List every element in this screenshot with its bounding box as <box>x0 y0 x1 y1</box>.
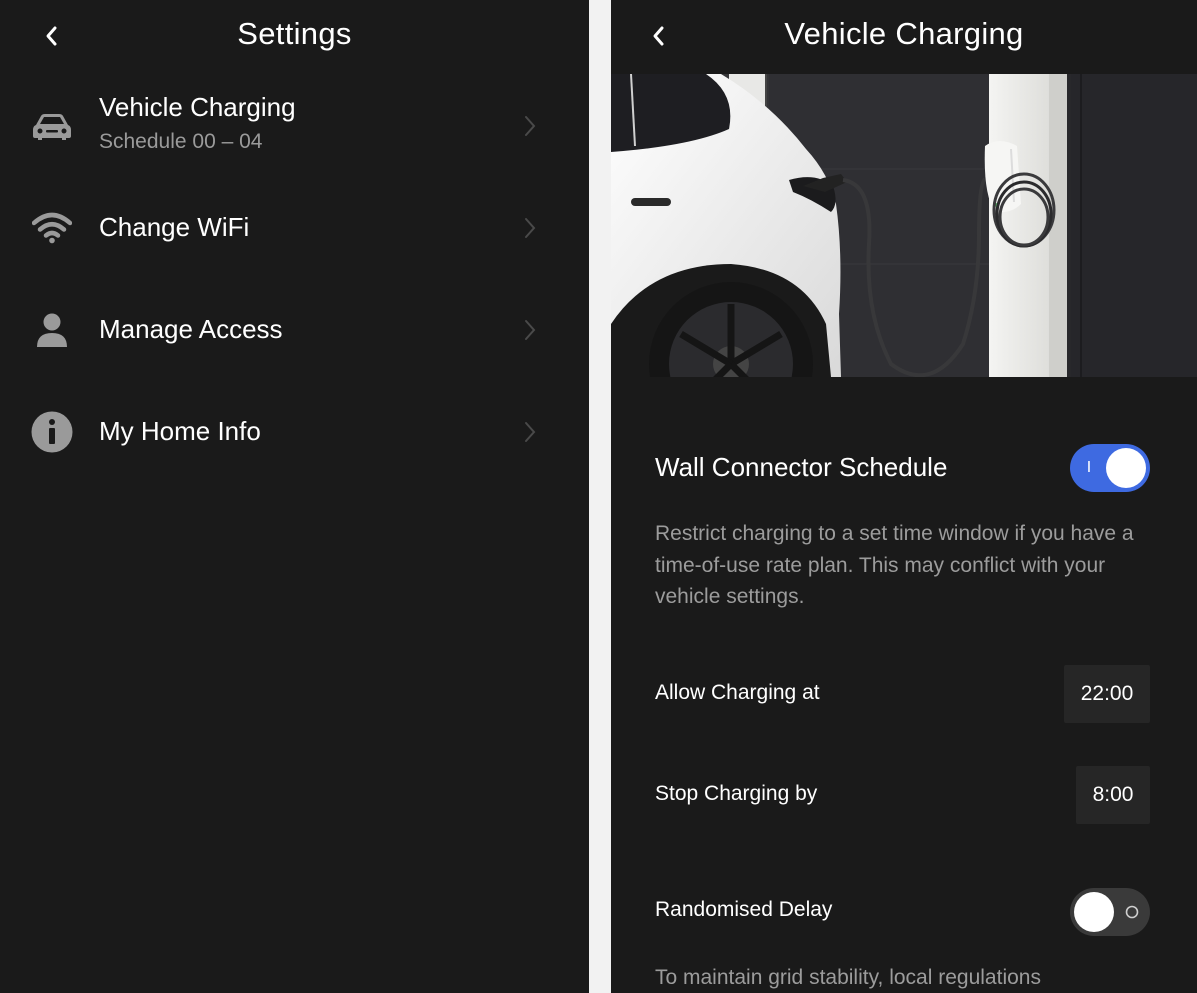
allow-charging-label: Allow Charging at <box>655 681 820 704</box>
schedule-summary: Schedule 00 – 04 <box>99 130 263 153</box>
info-icon <box>30 410 74 454</box>
settings-screen: Settings Vehicle Charging Schedule 00 – … <box>0 0 589 993</box>
toggle-knob <box>1074 892 1114 932</box>
settings-item-label: Manage Access <box>99 314 283 344</box>
page-title: Settings <box>237 16 352 51</box>
schedule-description: Restrict charging to a set time window i… <box>655 522 1134 608</box>
car-charging-photo <box>611 74 1197 377</box>
allow-charging-time[interactable]: 22:00 <box>1064 665 1150 723</box>
chevron-right-icon <box>520 216 540 240</box>
schedule-toggle[interactable]: I <box>1070 444 1150 492</box>
car-icon <box>30 104 74 148</box>
chevron-right-icon <box>520 420 540 444</box>
schedule-title: Wall Connector Schedule <box>655 452 948 482</box>
randomised-delay-description: To maintain grid stability, local regula… <box>655 966 1041 989</box>
chevron-right-icon <box>520 114 540 138</box>
settings-header: Settings <box>0 0 589 74</box>
randomised-delay-toggle[interactable] <box>1070 888 1150 936</box>
toggle-off-mark <box>1124 888 1140 936</box>
settings-item-label: My Home Info <box>99 416 261 446</box>
toggle-knob <box>1106 448 1146 488</box>
person-icon <box>30 308 74 352</box>
stop-charging-label: Stop Charging by <box>655 782 818 805</box>
settings-item-label: Change WiFi <box>99 212 250 242</box>
charging-header: Vehicle Charging <box>611 0 1197 74</box>
settings-item-my-home-info[interactable]: My Home Info <box>0 400 589 464</box>
randomised-delay-label: Randomised Delay <box>655 898 833 921</box>
page-title: Vehicle Charging <box>784 16 1024 51</box>
settings-item-change-wifi[interactable]: Change WiFi <box>0 196 589 260</box>
toggle-on-mark: I <box>1086 459 1092 476</box>
settings-item-vehicle-charging[interactable]: Vehicle Charging Schedule 00 – 04 <box>0 86 589 166</box>
stop-charging-time[interactable]: 8:00 <box>1076 766 1150 824</box>
settings-item-manage-access[interactable]: Manage Access <box>0 298 589 362</box>
wifi-icon <box>30 206 74 250</box>
vehicle-charging-screen: Vehicle Charging Wall Connector Schedule… <box>611 0 1197 993</box>
chevron-right-icon <box>520 318 540 342</box>
settings-item-label: Vehicle Charging <box>99 92 296 122</box>
